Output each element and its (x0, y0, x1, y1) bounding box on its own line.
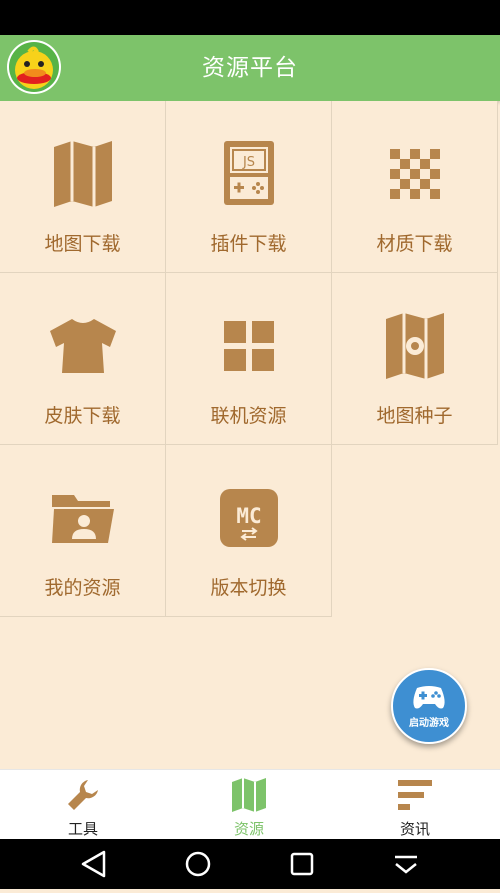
app-bar: 资源平台 (0, 35, 500, 101)
svg-text:MC: MC (236, 504, 261, 528)
back-triangle-icon (81, 850, 106, 878)
four-squares-icon (224, 321, 274, 371)
grid-item-plugin-download[interactable]: JS 插件下载 (166, 101, 332, 273)
tab-resources[interactable]: 资源 (166, 770, 332, 840)
system-nav-bar (0, 839, 500, 889)
gamepad-icon (413, 686, 445, 709)
map-seed-icon (386, 313, 444, 379)
recents-square-icon (290, 852, 314, 876)
launch-game-button[interactable]: 启动游戏 (391, 668, 467, 744)
news-lines-icon (398, 780, 432, 810)
grid-item-skin-download[interactable]: 皮肤下载 (0, 273, 166, 445)
grid-item-label: 皮肤下载 (44, 405, 121, 427)
grid-item-label: 联机资源 (210, 405, 287, 427)
grid-item-multiplayer-resources[interactable]: 联机资源 (166, 273, 332, 445)
grid-item-label: 我的资源 (44, 577, 121, 599)
bottom-nav: 工具 资源 资讯 (0, 769, 500, 840)
grid-item-label: 地图种子 (376, 405, 453, 427)
grid-item-texture-download[interactable]: 材质下载 (332, 101, 498, 273)
checker-texture-icon (390, 149, 440, 199)
launch-game-label: 启动游戏 (409, 718, 449, 729)
grid-item-label: 地图下载 (44, 233, 121, 255)
status-bar (0, 0, 500, 35)
tab-label: 资讯 (399, 820, 430, 838)
grid-item-label: 版本切换 (210, 577, 287, 599)
grid-item-label: 材质下载 (376, 233, 453, 255)
grid-item-map-download[interactable]: 地图下载 (0, 101, 166, 273)
back-button[interactable] (64, 839, 124, 889)
mc-switch-icon: MC (220, 489, 278, 547)
js-gameboy-icon: JS (224, 141, 274, 205)
tab-label: 资源 (233, 820, 264, 838)
home-circle-icon (185, 851, 211, 877)
tab-news[interactable]: 资讯 (332, 770, 498, 840)
map-icon (232, 778, 266, 812)
tab-label: 工具 (67, 820, 98, 838)
grid-item-label: 插件下载 (210, 233, 287, 255)
wrench-icon (68, 780, 98, 810)
folder-user-icon (52, 495, 114, 543)
recents-button[interactable] (272, 839, 332, 889)
keyboard-hide-button[interactable] (376, 839, 436, 889)
grid-item-version-switch[interactable]: MC 版本切换 (166, 445, 332, 617)
shirt-icon (50, 319, 116, 373)
tab-tools[interactable]: 工具 (0, 770, 166, 840)
svg-text:JS: JS (242, 155, 255, 170)
home-button[interactable] (168, 839, 228, 889)
page-title: 资源平台 (202, 55, 298, 81)
map-icon (54, 141, 112, 207)
chevron-down-icon (395, 855, 417, 874)
grid-item-my-resources[interactable]: 我的资源 (0, 445, 166, 617)
grid-item-map-seed[interactable]: 地图种子 (332, 273, 498, 445)
